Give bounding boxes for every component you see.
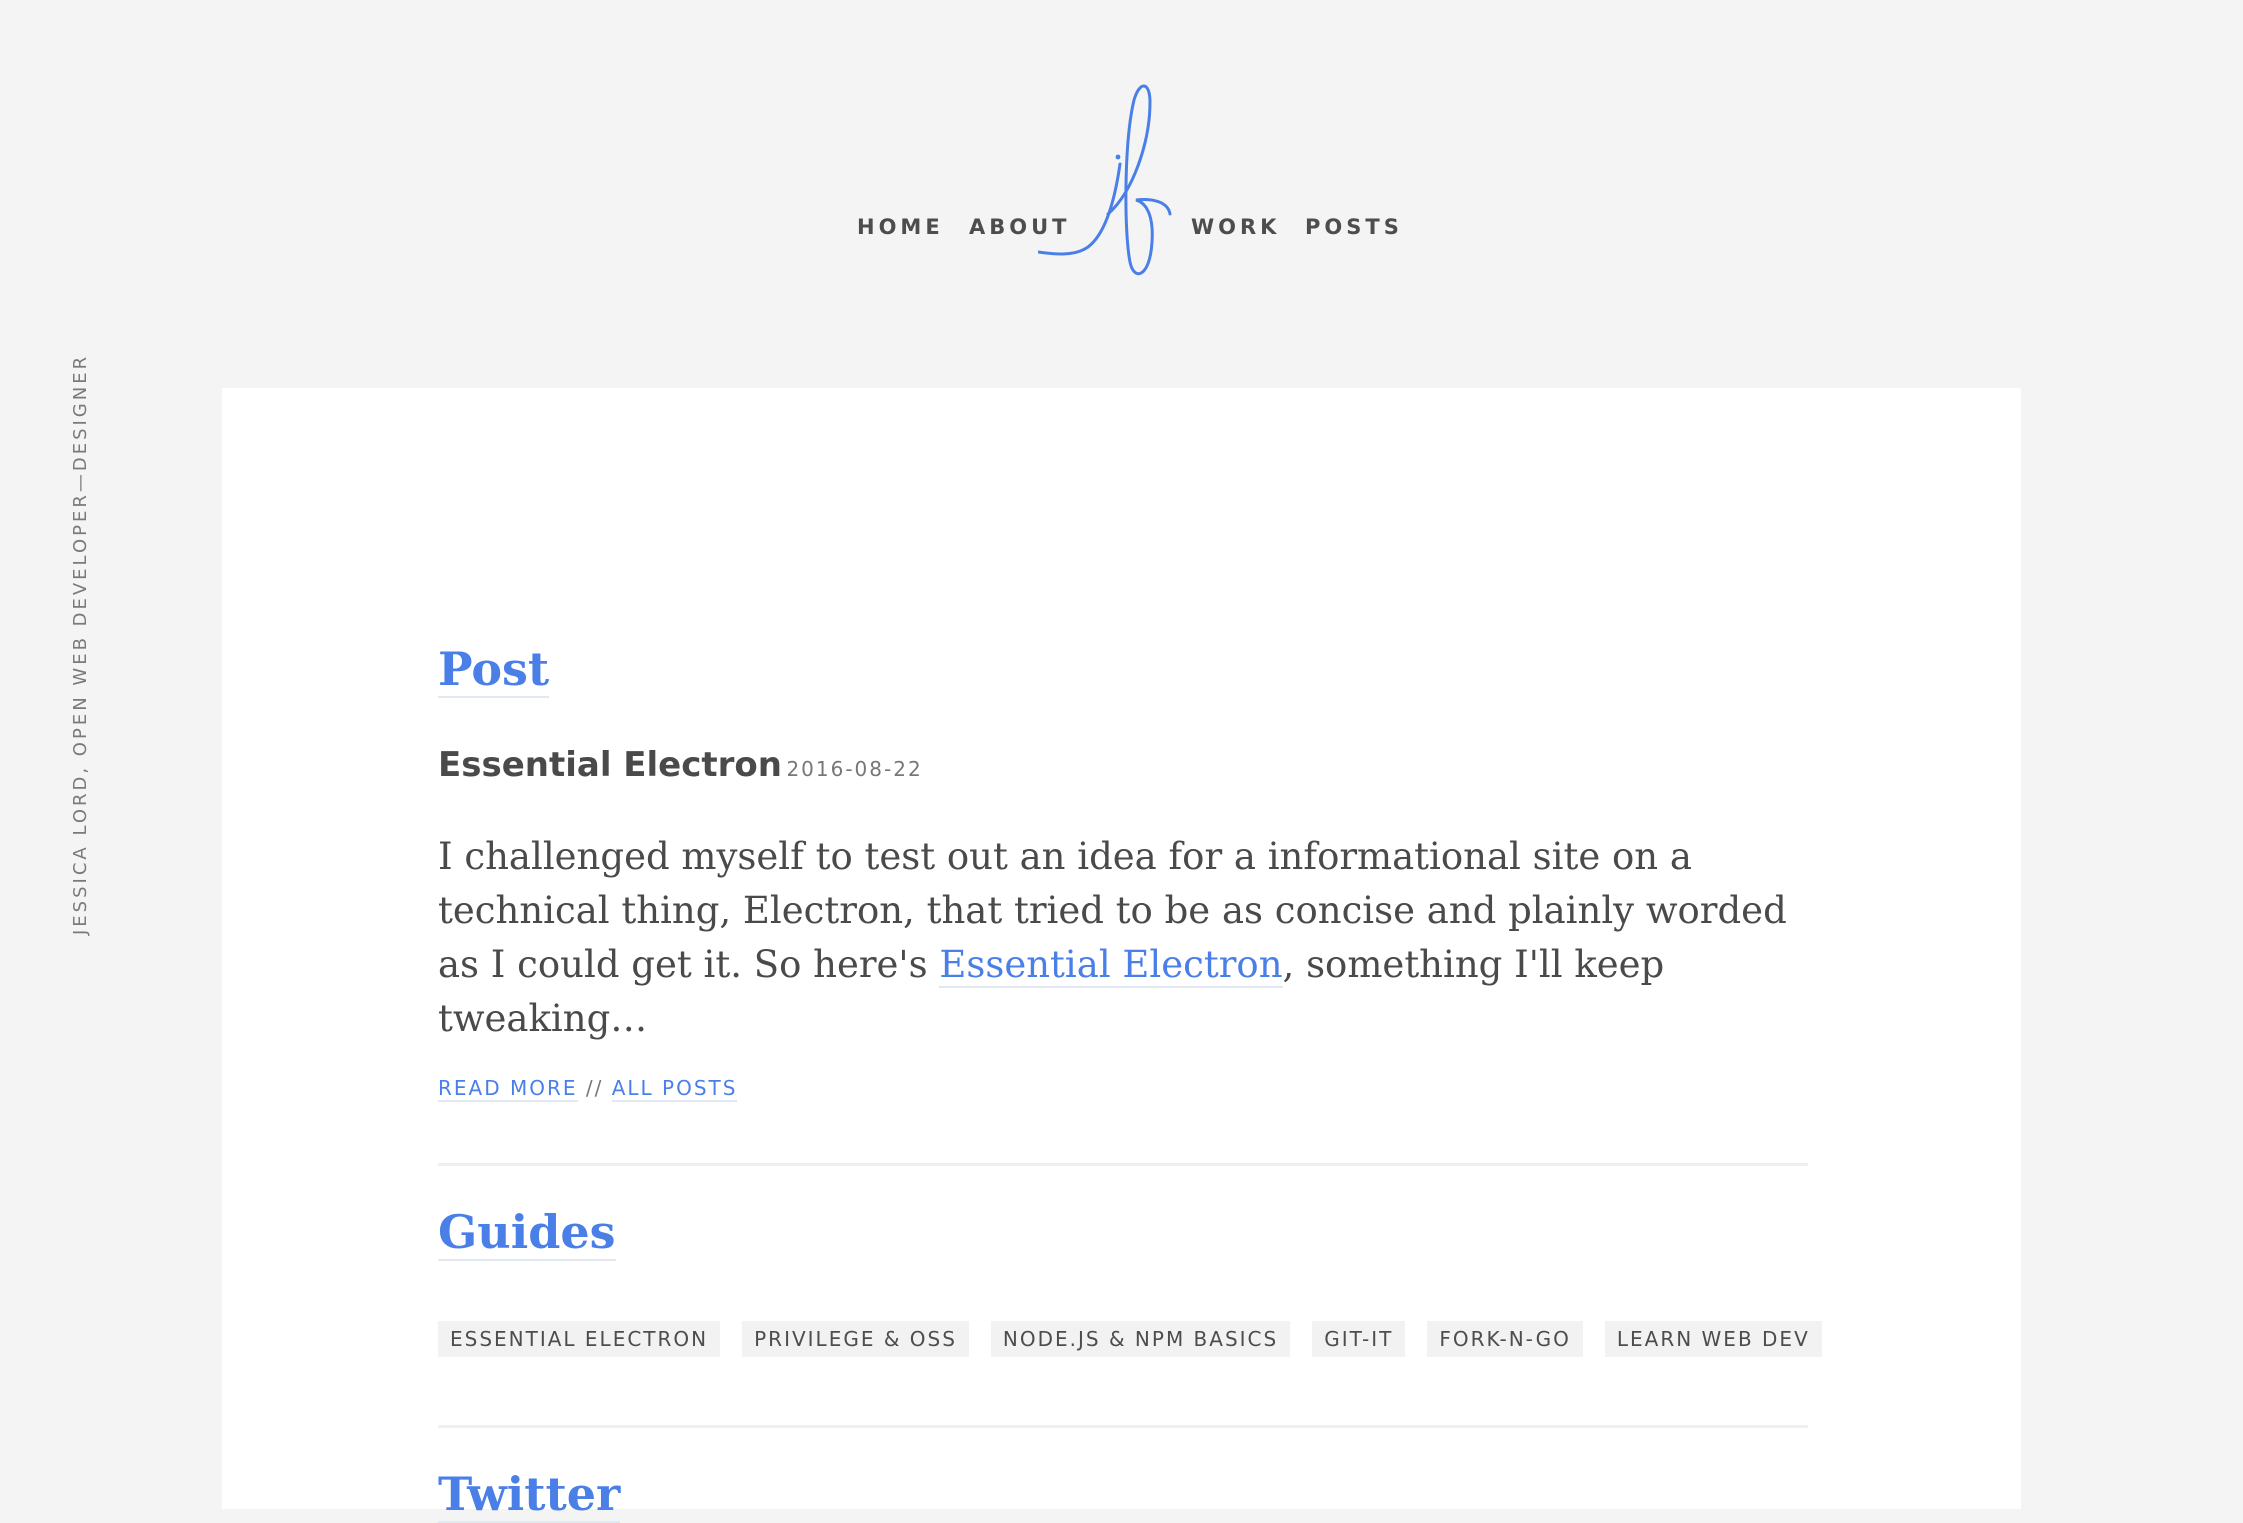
main-card: Post Essential Electron 2016-08-22 I cha… <box>222 388 2021 1523</box>
post-excerpt: I challenged myself to test out an idea … <box>438 830 1808 1046</box>
guide-tag[interactable]: ESSENTIAL ELECTRON <box>438 1321 721 1357</box>
guides-section-heading[interactable]: Guides <box>438 1206 616 1261</box>
twitter-section-heading[interactable]: Twitter <box>438 1468 621 1523</box>
guide-tag[interactable]: FORK-N-GO <box>1427 1321 1583 1357</box>
post-date: 2016-08-22 <box>786 757 923 781</box>
guides-tag-list: ESSENTIAL ELECTRON PRIVILEGE & OSS NODE.… <box>438 1321 1822 1357</box>
link-separator: // <box>585 1076 604 1100</box>
all-posts-link[interactable]: ALL POSTS <box>611 1076 738 1102</box>
guide-tag[interactable]: PRIVILEGE & OSS <box>742 1321 969 1357</box>
post-links: READ MORE // ALL POSTS <box>438 1076 738 1102</box>
post-title-row: Essential Electron 2016-08-22 <box>438 745 923 785</box>
guide-tag[interactable]: LEARN WEB DEV <box>1604 1321 1822 1357</box>
essential-electron-link[interactable]: Essential Electron <box>939 943 1283 988</box>
nav-posts-link[interactable]: POSTS <box>1305 215 1403 239</box>
post-section-heading[interactable]: Post <box>438 643 550 698</box>
guide-tag[interactable]: NODE.JS & NPM BASICS <box>990 1321 1291 1357</box>
guide-tag[interactable]: GIT-IT <box>1312 1321 1406 1357</box>
section-divider <box>438 1163 1808 1166</box>
post-title: Essential Electron <box>438 745 782 785</box>
section-divider <box>438 1425 1808 1428</box>
nav-home-link[interactable]: HOME <box>857 215 944 239</box>
read-more-link[interactable]: READ MORE <box>438 1076 578 1102</box>
side-tagline: JESSICA LORD, OPEN WEB DEVELOPER—DESIGNE… <box>70 353 91 935</box>
jl-monogram-logo-icon[interactable] <box>1038 82 1174 277</box>
nav-work-link[interactable]: WORK <box>1191 215 1280 239</box>
